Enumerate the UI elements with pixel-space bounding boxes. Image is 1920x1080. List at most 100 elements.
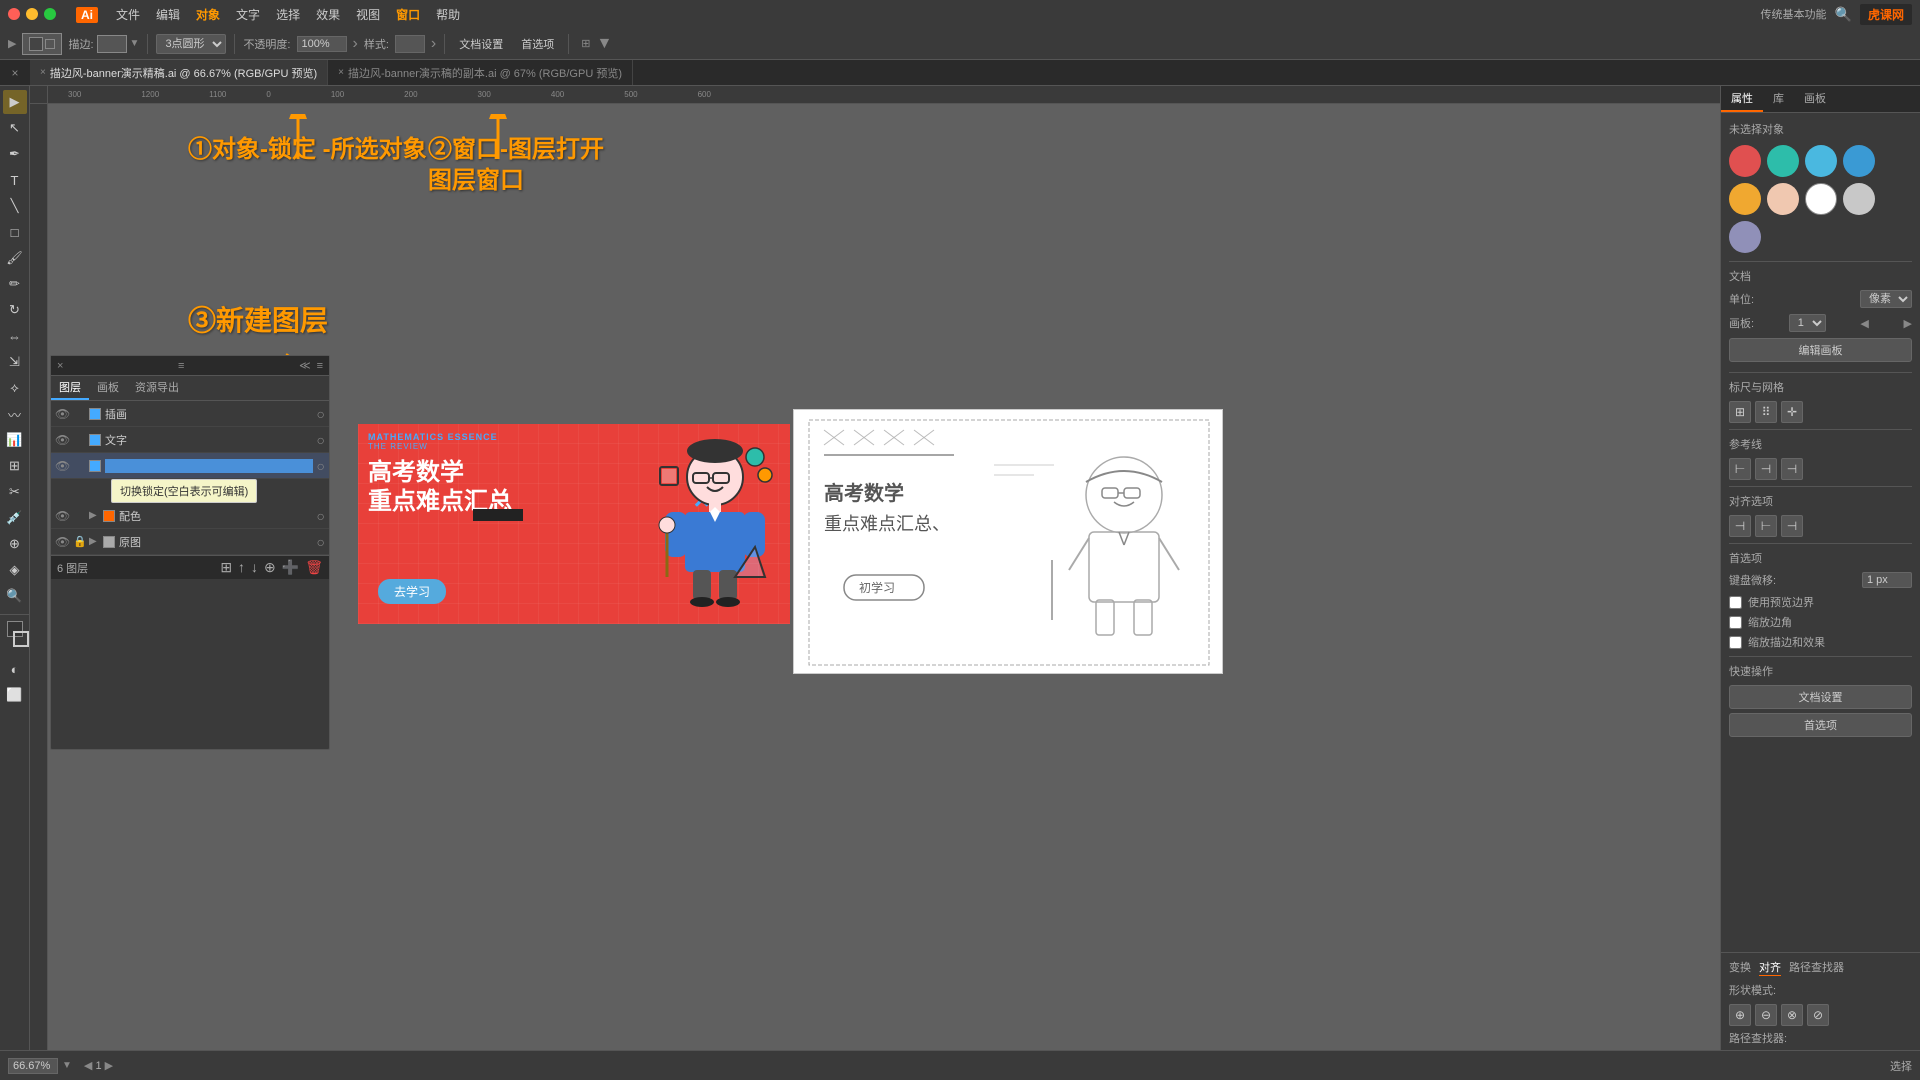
layer-name-input[interactable] <box>105 459 313 473</box>
unite-icon[interactable]: ⊕ <box>1729 1004 1751 1026</box>
align-grid-icon[interactable]: ⊞ <box>1729 401 1751 423</box>
layer-lock-icon-original[interactable]: 🔒 <box>73 535 85 548</box>
align-dots-icon[interactable]: ⠿ <box>1755 401 1777 423</box>
edit-artboard-btn[interactable]: 编辑画板 <box>1729 338 1912 362</box>
shape-type-select[interactable]: 3点圆形 <box>156 34 226 54</box>
menu-select[interactable]: 选择 <box>270 4 306 25</box>
swatch-orange[interactable] <box>1729 183 1761 215</box>
layer-target-original[interactable]: ○ <box>317 534 325 550</box>
panel-artboard-select[interactable]: 1 <box>1789 314 1826 332</box>
menu-file[interactable]: 文件 <box>110 4 146 25</box>
tool-screen-mode[interactable]: ⬜ <box>3 683 27 707</box>
minimize-button[interactable] <box>26 8 38 20</box>
menu-effect[interactable]: 效果 <box>310 4 346 25</box>
layers-move-down-btn[interactable]: ↓ <box>251 559 258 576</box>
layer-target-illustration[interactable]: ○ <box>317 406 325 422</box>
layers-panel-collapse[interactable]: ≪ <box>299 359 311 372</box>
ref-align-center-icon[interactable]: ⊣ <box>1755 458 1777 480</box>
arrange-icon[interactable]: ⊞ <box>581 37 590 50</box>
quick-doc-settings-btn[interactable]: 文档设置 <box>1729 685 1912 709</box>
layer-eye-editing[interactable]: 👁 <box>55 459 69 473</box>
tool-slice[interactable]: ✂ <box>3 480 27 504</box>
tool-mirror[interactable]: ⇔ <box>3 324 27 348</box>
layer-row-editing[interactable]: 👁 ○ <box>51 453 329 479</box>
tool-pen[interactable]: ✒ <box>3 142 27 166</box>
tab-close-main[interactable]: × <box>40 67 46 78</box>
preview-bounds-checkbox[interactable] <box>1729 596 1742 609</box>
tool-blend[interactable]: ⊕ <box>3 532 27 556</box>
tool-scale[interactable]: ⇲ <box>3 350 27 374</box>
style-swatch[interactable] <box>395 35 425 53</box>
scale-corners-checkbox[interactable] <box>1729 616 1742 629</box>
right-panel-tab-library[interactable]: 库 <box>1763 86 1794 112</box>
bottom-tab-align[interactable]: 对齐 <box>1759 959 1781 976</box>
layer-eye-original[interactable]: 👁 <box>55 535 69 549</box>
layer-row-palette[interactable]: 👁 ▶ 配色 ○ <box>51 503 329 529</box>
menu-type[interactable]: 文字 <box>230 4 266 25</box>
layer-eye-text[interactable]: 👁 <box>55 433 69 447</box>
tool-direct-select[interactable]: ↖ <box>3 116 27 140</box>
align-center-v-icon[interactable]: ⊢ <box>1755 515 1777 537</box>
scale-stroke-checkbox[interactable] <box>1729 636 1742 649</box>
menu-help[interactable]: 帮助 <box>430 4 466 25</box>
tool-warp[interactable]: 〰 <box>3 402 27 426</box>
fill-stroke-selector[interactable] <box>22 33 62 55</box>
align-cross-icon[interactable]: ✛ <box>1781 401 1803 423</box>
swatch-light-blue[interactable] <box>1805 145 1837 177</box>
maximize-button[interactable] <box>44 8 56 20</box>
layer-expand-palette[interactable]: ▶ <box>89 510 99 521</box>
menu-window[interactable]: 窗口 <box>390 4 426 25</box>
tab-close-copy[interactable]: × <box>338 67 344 78</box>
align-right-edge-icon[interactable]: ⊣ <box>1781 515 1803 537</box>
align-left-edge-icon[interactable]: ⊣ <box>1729 515 1751 537</box>
tool-line[interactable]: ╲ <box>3 194 27 218</box>
layers-tab-artboards[interactable]: 画板 <box>89 376 127 400</box>
layer-row-illustration[interactable]: 👁 插画 ○ <box>51 401 329 427</box>
stroke-chevron[interactable]: ▼ <box>130 38 140 49</box>
tool-type[interactable]: T <box>3 168 27 192</box>
swatch-white[interactable] <box>1805 183 1837 215</box>
tool-eyedropper[interactable]: 💉 <box>3 506 27 530</box>
layers-delete-btn[interactable]: 🗑 <box>305 559 323 576</box>
tool-artboard[interactable]: ⊞ <box>3 454 27 478</box>
ref-align-right-icon[interactable]: ⊣ <box>1781 458 1803 480</box>
nudge-value-input[interactable] <box>1862 572 1912 588</box>
tab-copy[interactable]: × 描边风-banner演示稿的副本.ai @ 67% (RGB/GPU 预览) <box>328 60 633 85</box>
bottom-tab-pathfinder[interactable]: 路径查找器 <box>1789 959 1844 976</box>
layers-panel-close[interactable]: × <box>57 360 63 372</box>
tool-paintbrush[interactable]: 🖌 <box>3 246 27 270</box>
tool-color-mode[interactable]: ◐ <box>3 657 27 681</box>
quick-prefs-btn[interactable]: 首选项 <box>1729 713 1912 737</box>
menu-object[interactable]: 对象 <box>190 4 226 25</box>
layer-row-original[interactable]: 👁 🔒 ▶ 原图 ○ <box>51 529 329 555</box>
stroke-color-swatch[interactable] <box>13 631 29 647</box>
tool-select[interactable]: ▶ <box>3 90 27 114</box>
opacity-input[interactable] <box>297 36 347 52</box>
tool-width[interactable]: ⟡ <box>3 376 27 400</box>
tab-main[interactable]: × 描边风-banner演示精稿.ai @ 66.67% (RGB/GPU 预览… <box>30 60 328 85</box>
swatch-purple-gray[interactable] <box>1729 221 1761 253</box>
layer-eye-illustration[interactable]: 👁 <box>55 407 69 421</box>
close-button[interactable] <box>8 8 20 20</box>
doc-settings-button[interactable]: 文档设置 <box>453 34 509 54</box>
zoom-chevron[interactable]: ▼ <box>62 1060 72 1071</box>
tool-zoom[interactable]: 🔍 <box>3 584 27 608</box>
bottom-tab-transform[interactable]: 变换 <box>1729 959 1751 976</box>
swatch-red[interactable] <box>1729 145 1761 177</box>
minus-front-icon[interactable]: ⊖ <box>1755 1004 1777 1026</box>
swatch-light-gray[interactable] <box>1843 183 1875 215</box>
layers-tab-layers[interactable]: 图层 <box>51 376 89 400</box>
tool-rect[interactable]: □ <box>3 220 27 244</box>
swatch-teal[interactable] <box>1767 145 1799 177</box>
stroke-color[interactable] <box>97 35 127 53</box>
layer-target-palette[interactable]: ○ <box>317 508 325 524</box>
layers-move-up-btn[interactable]: ↑ <box>238 559 245 576</box>
ref-align-left-icon[interactable]: ⊢ <box>1729 458 1751 480</box>
tool-rotate[interactable]: ↻ <box>3 298 27 322</box>
exclude-icon[interactable]: ⊘ <box>1807 1004 1829 1026</box>
layers-new-layer-btn[interactable]: ➕ <box>282 559 299 576</box>
menu-edit[interactable]: 编辑 <box>150 4 186 25</box>
panel-unit-select[interactable]: 像素 <box>1860 290 1912 308</box>
zoom-input[interactable] <box>8 1058 58 1074</box>
right-panel-tab-artboards[interactable]: 画板 <box>1794 86 1836 112</box>
